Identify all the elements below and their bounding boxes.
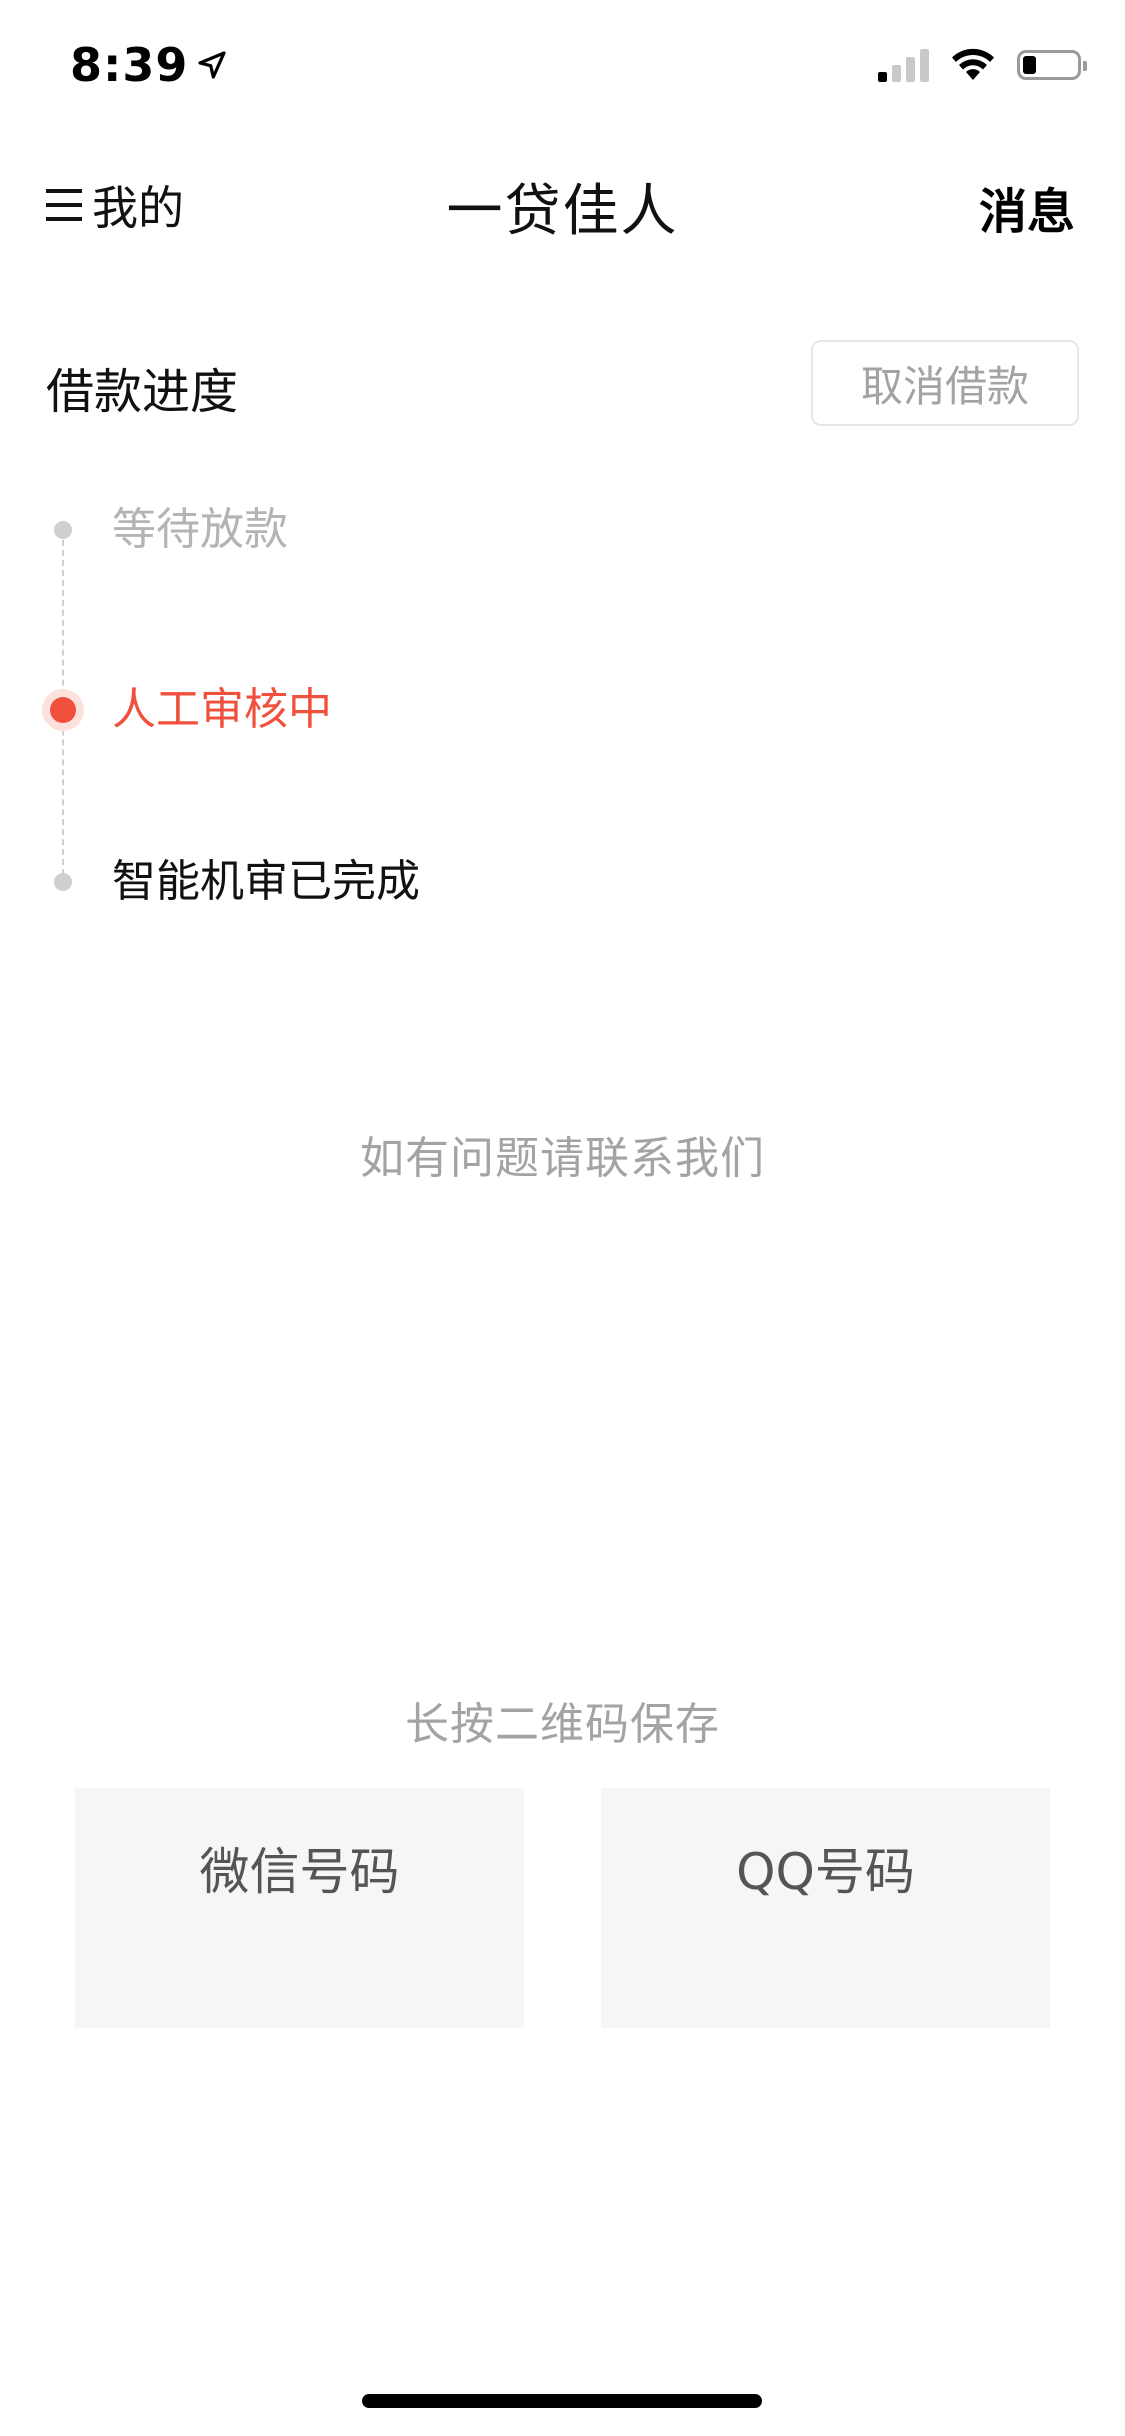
status-indicators [878,48,1087,82]
timeline-step-label: 人工审核中 [112,684,332,735]
status-time: 8:39 [70,38,228,92]
cancel-loan-button[interactable]: 取消借款 [811,340,1079,426]
qq-qr-label: QQ号码 [736,1843,915,1901]
status-bar: 8:39 [0,0,1125,132]
contact-hint: 如有问题请联系我们 [360,1133,765,1184]
timeline-step-awaiting-disbursement: 等待放款 [0,490,1125,570]
wechat-qr-label: 微信号码 [199,1843,400,1901]
timeline-dot-active [50,697,76,723]
home-indicator[interactable] [362,2394,762,2408]
qr-cards: 微信号码 QQ号码 [75,1788,1050,2028]
status-time-text: 8:39 [70,38,189,92]
wechat-qr-card[interactable]: 微信号码 [75,1788,524,2028]
page-title: 一贷佳人 [446,179,679,244]
battery-icon [1017,50,1087,80]
qr-save-hint: 长按二维码保存 [405,1699,720,1750]
cellular-signal-icon [878,48,929,82]
timeline-step-label: 智能机审已完成 [112,856,420,907]
battery-level [1023,56,1036,74]
nav-bar: 我的 一贷佳人 消息 [0,132,1125,264]
timeline-step-label: 等待放款 [112,504,288,555]
qq-qr-card[interactable]: QQ号码 [601,1788,1050,2028]
loan-progress-title: 借款进度 [46,364,239,420]
wifi-icon [952,48,994,80]
progress-timeline: 等待放款 人工审核中 智能机审已完成 [0,490,1125,930]
timeline-dot [54,521,72,539]
timeline-dot [54,873,72,891]
messages-button[interactable]: 消息 [979,172,1075,242]
timeline-step-auto-review-complete: 智能机审已完成 [0,842,1125,922]
timeline-step-manual-review: 人工审核中 [0,670,1125,750]
location-arrow-icon [198,51,227,79]
